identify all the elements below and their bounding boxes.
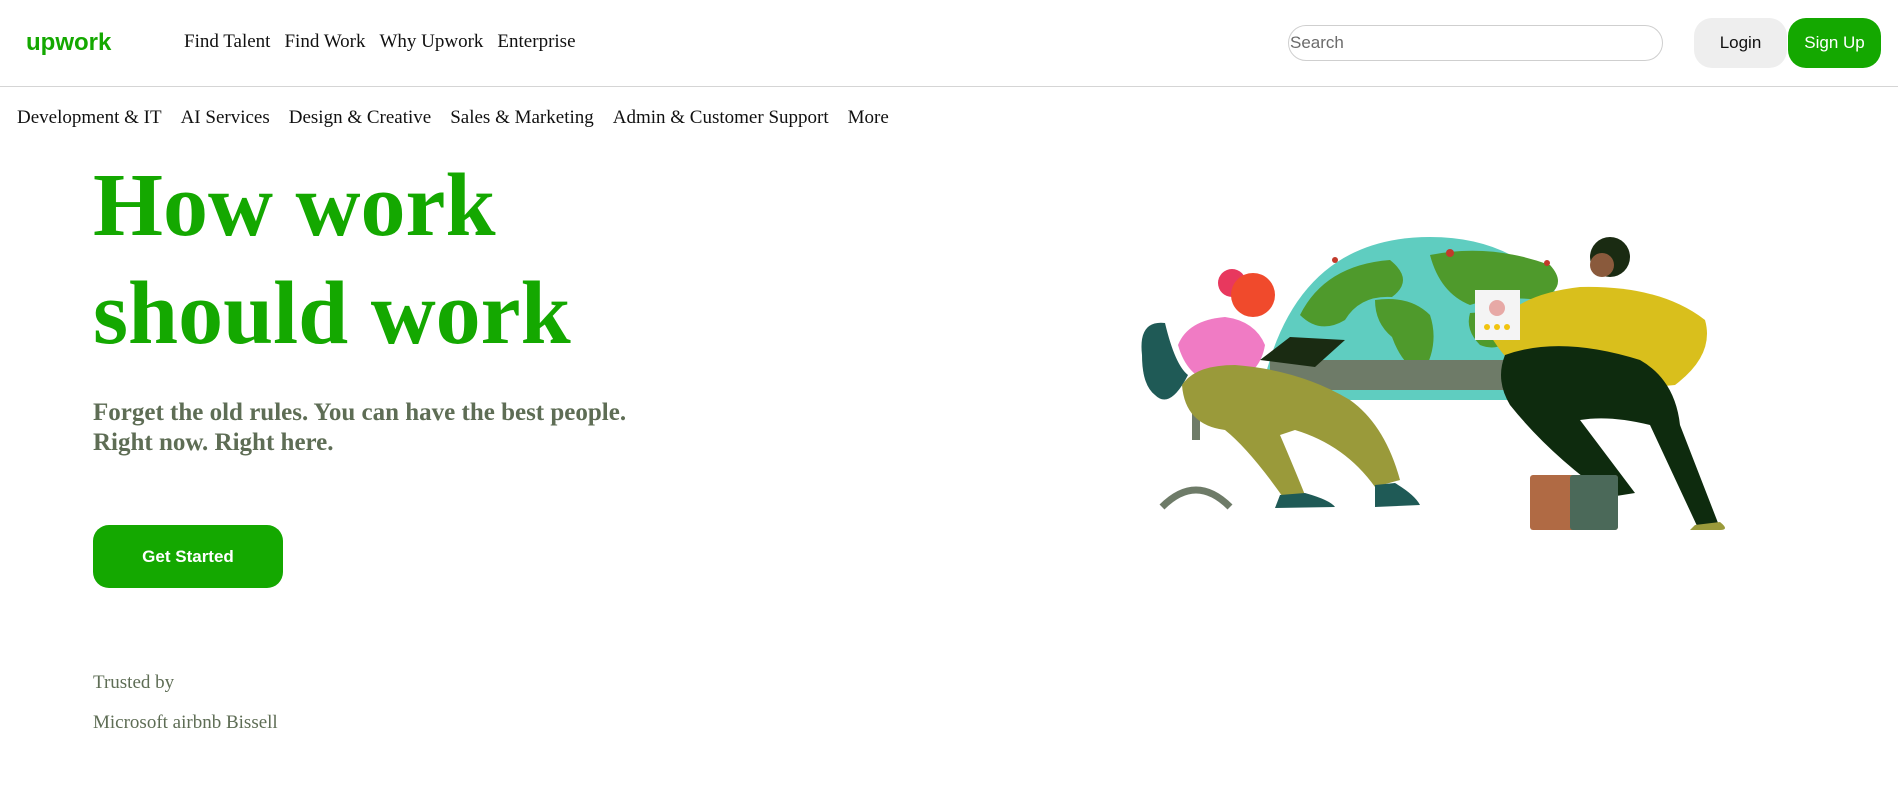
nav-why-upwork[interactable]: Why Upwork [379, 31, 483, 53]
category-nav: Development & IT AI Services Design & Cr… [17, 107, 889, 129]
get-started-button[interactable]: Get Started [93, 525, 283, 588]
search-input[interactable] [1288, 25, 1663, 61]
signup-button[interactable]: Sign Up [1788, 18, 1881, 68]
briefcase-icon [1530, 475, 1618, 530]
hero-title: How work should work [93, 152, 733, 368]
primary-nav: Find Talent Find Work Why Upwork Enterpr… [184, 31, 576, 53]
category-sales-marketing[interactable]: Sales & Marketing [450, 107, 594, 129]
category-admin-support[interactable]: Admin & Customer Support [613, 107, 829, 129]
hero-subtitle-line1: Forget the old rules. You can have the b… [93, 399, 627, 426]
hero-subtitle-line2: Right now. Right here. [93, 429, 334, 456]
svg-text:upwork: upwork [26, 29, 112, 56]
trusted-by-logos: Microsoft airbnb Bissell [93, 712, 278, 733]
login-button[interactable]: Login [1694, 18, 1787, 68]
trusted-by-label: Trusted by [93, 672, 175, 693]
top-header: upwork Find Talent Find Work Why Upwork … [0, 0, 1898, 87]
hero-subtitle: Forget the old rules. You can have the b… [93, 398, 713, 458]
hero-title-line1: How work [93, 156, 496, 255]
category-more[interactable]: More [848, 107, 889, 129]
nav-enterprise[interactable]: Enterprise [497, 31, 575, 53]
nav-find-talent[interactable]: Find Talent [184, 31, 270, 53]
hero-illustration [1141, 237, 1725, 530]
category-design-creative[interactable]: Design & Creative [289, 107, 431, 129]
hero-title-line2: should work [93, 264, 571, 363]
category-development-it[interactable]: Development & IT [17, 107, 162, 129]
upwork-logo[interactable]: upwork [26, 26, 122, 60]
nav-find-work[interactable]: Find Work [284, 31, 365, 53]
category-ai-services[interactable]: AI Services [181, 107, 270, 129]
